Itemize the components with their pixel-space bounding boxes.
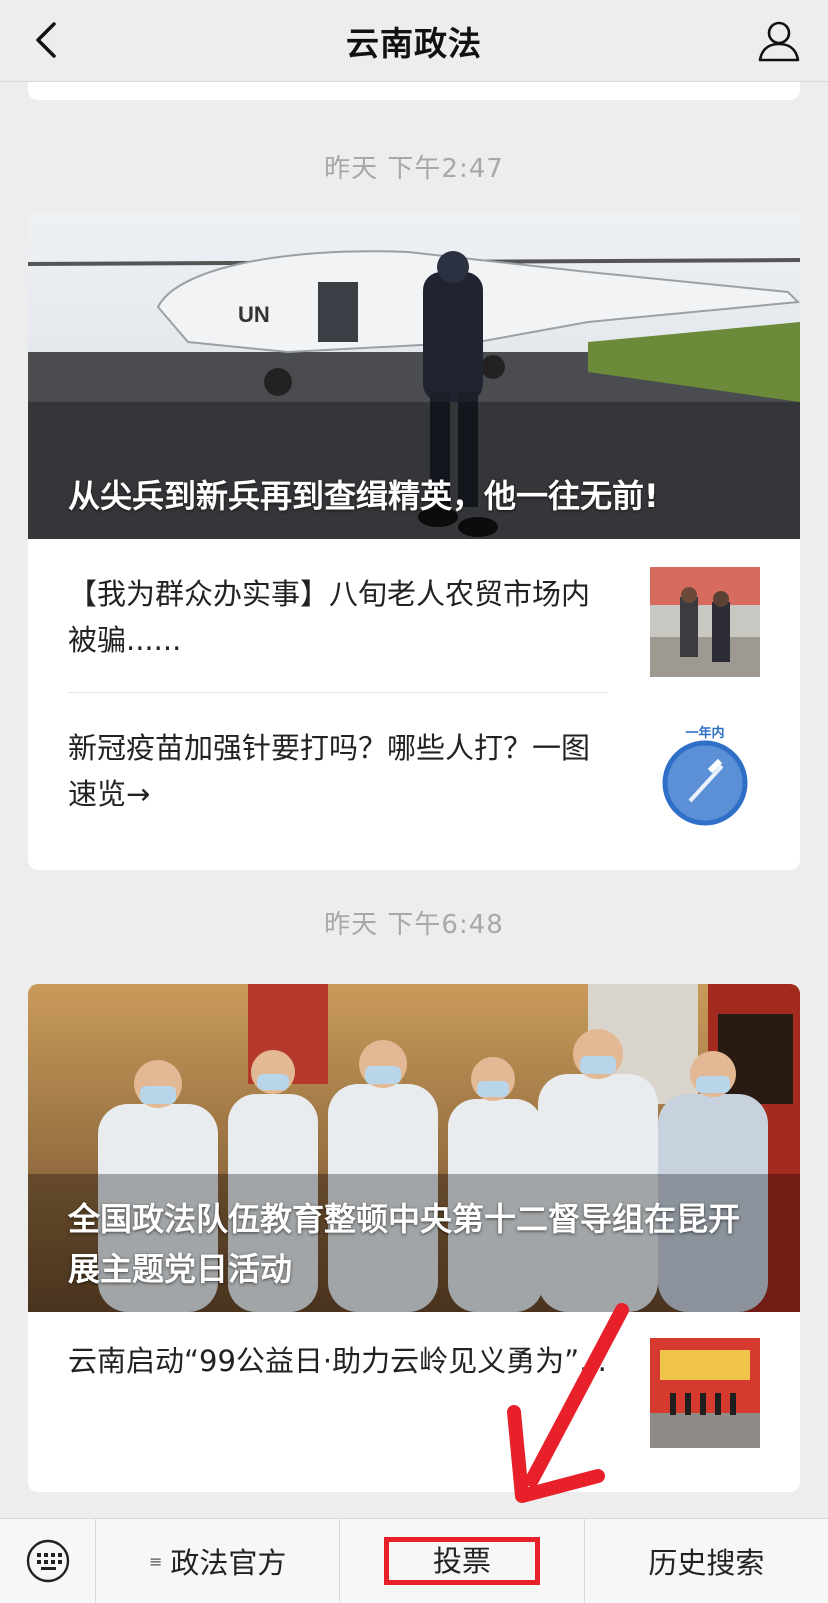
menu-lines-icon: ≡: [148, 1551, 163, 1571]
article-thumbnail: 一年内: [650, 721, 760, 831]
arrow-annotation-icon: [507, 1303, 629, 1503]
previous-card-bottom: [28, 82, 800, 100]
hero-title: 全国政法队伍教育整顿中央第十二督导组在昆开展主题党日活动: [68, 1200, 741, 1288]
keyboard-toggle[interactable]: [0, 1518, 96, 1603]
hero-article[interactable]: 全国政法队伍教育整顿中央第十二督导组在昆开展主题党日活动: [28, 984, 800, 1312]
timestamp: 昨天 下午2:47: [324, 154, 504, 184]
nav-header: 云南政法: [0, 0, 828, 82]
thumb-label: 一年内: [685, 725, 724, 741]
hero-title: 从尖兵到新兵再到查缉精英，他一往无前!: [68, 477, 659, 515]
article-title: 【我为群众办实事】八旬老人农贸市场内被骗......: [68, 577, 591, 657]
list-item[interactable]: 【我为群众办实事】八旬老人农贸市场内被骗......: [28, 539, 800, 693]
menu-item-vote[interactable]: 投票: [340, 1518, 585, 1603]
keyboard-icon: [26, 1539, 69, 1583]
list-item[interactable]: 新冠疫苗加强针要打吗？哪些人打？一图速览→ 一年内: [28, 693, 800, 847]
menu-item-official[interactable]: ≡ 政法官方: [96, 1518, 341, 1603]
article-thumbnail: [650, 567, 760, 677]
chevron-left-icon[interactable]: [28, 20, 68, 60]
menu-label: 政法官方: [170, 1546, 287, 1580]
bottom-menu-bar: ≡ 政法官方 投票 历史搜索: [0, 1518, 828, 1603]
article-card: 全国政法队伍教育整顿中央第十二督导组在昆开展主题党日活动 云南启动“99公益日·…: [28, 984, 800, 1492]
timestamp: 昨天 下午6:48: [324, 910, 504, 940]
svg-text:UN: UN: [238, 302, 270, 327]
article-thumbnail: [650, 1338, 760, 1448]
list-item[interactable]: 云南启动“99公益日·助力云岭见义勇为”...: [28, 1312, 800, 1492]
article-card: UN 从尖兵到新兵再到查缉精英，他一往无前! 【我为群众办实事】八旬老人农贸市场…: [28, 212, 800, 870]
menu-label: 历史搜索: [648, 1546, 765, 1580]
menu-item-history-search[interactable]: 历史搜索: [585, 1519, 828, 1603]
page-title: 云南政法: [346, 23, 482, 63]
hero-article[interactable]: UN 从尖兵到新兵再到查缉精英，他一往无前!: [28, 212, 800, 539]
article-title: 新冠疫苗加强针要打吗？哪些人打？一图速览→: [68, 731, 591, 811]
menu-label: 投票: [383, 1537, 540, 1585]
user-icon[interactable]: [756, 18, 802, 64]
